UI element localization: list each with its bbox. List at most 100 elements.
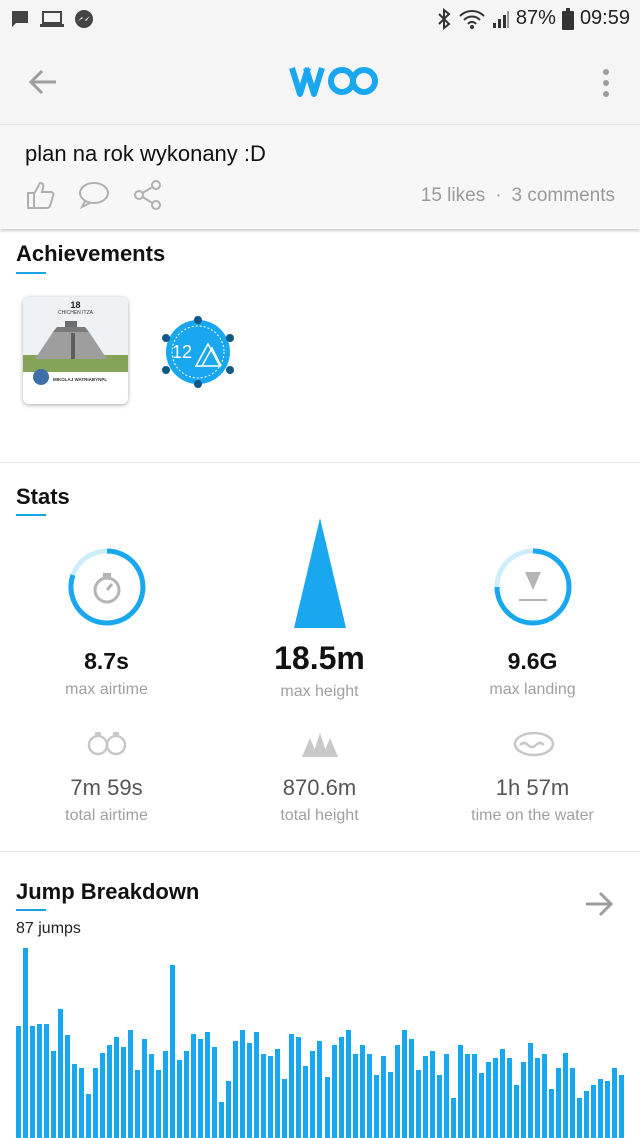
jump-bar[interactable] [65,1035,71,1138]
jump-bar[interactable] [429,1050,435,1138]
jump-bar[interactable] [86,1094,92,1138]
share-icon[interactable] [132,179,164,211]
jump-bar[interactable] [16,1025,21,1138]
jump-bar[interactable] [261,1054,267,1138]
forward-arrow-icon[interactable] [584,890,614,918]
jump-bar[interactable] [296,1037,302,1138]
jump-bar[interactable] [79,1067,85,1138]
jump-bar[interactable] [338,1037,344,1138]
jump-bar[interactable] [37,1024,43,1138]
jump-bar[interactable] [555,1067,561,1138]
jump-bar[interactable] [562,1052,568,1138]
jump-bar[interactable] [44,1024,50,1138]
jump-bar[interactable] [23,948,28,1138]
jump-bar[interactable] [303,1065,309,1138]
jump-bar[interactable] [128,1029,134,1138]
jump-bar[interactable] [30,1025,36,1138]
jump-bar[interactable] [527,1043,533,1138]
jump-bar[interactable] [471,1054,477,1138]
jump-bar[interactable] [254,1031,260,1138]
jump-bar[interactable] [520,1062,526,1138]
likes-count[interactable]: 15 likes [421,185,485,207]
jump-bar[interactable] [352,1054,358,1138]
jump-bar[interactable] [373,1075,379,1138]
jump-bar[interactable] [114,1037,120,1138]
jump-bar[interactable] [387,1071,393,1138]
jump-bar[interactable] [359,1044,365,1138]
comments-count[interactable]: 3 comments [512,185,615,207]
jump-bar[interactable] [170,965,176,1138]
jump-bar[interactable] [93,1067,99,1138]
jump-bar[interactable] [513,1084,519,1138]
jump-bar[interactable] [58,1008,64,1138]
jump-bar[interactable] [590,1084,596,1138]
jump-bar[interactable] [380,1056,386,1138]
total-airtime-label: total airtime [65,807,148,824]
jump-bar-chart[interactable] [16,946,626,1138]
jump-bar[interactable] [198,1039,204,1138]
jump-bar[interactable] [436,1075,442,1138]
jump-bar[interactable] [142,1039,148,1138]
jump-bar[interactable] [485,1062,491,1138]
jump-bar[interactable] [219,1101,225,1138]
back-arrow-icon[interactable] [28,68,58,96]
jump-bar[interactable] [184,1050,190,1138]
jump-bar[interactable] [177,1060,183,1138]
jump-bar[interactable] [408,1039,414,1138]
jump-bar[interactable] [282,1079,288,1138]
jump-bar[interactable] [289,1033,295,1138]
jump-bar[interactable] [366,1054,372,1138]
jump-bar[interactable] [345,1029,351,1138]
jump-bar[interactable] [457,1044,463,1138]
comment-icon[interactable] [78,179,110,211]
jump-bar[interactable] [268,1056,274,1138]
jump-bar[interactable] [478,1073,484,1138]
jump-bar[interactable] [534,1058,540,1138]
jump-bar[interactable] [611,1067,617,1138]
jump-bar[interactable] [450,1098,456,1138]
stat-time-on-water: 1h 57m time on the water [426,775,639,825]
jump-bar[interactable] [121,1046,127,1138]
jump-bar[interactable] [100,1052,106,1138]
jump-bar[interactable] [443,1054,449,1138]
jump-bar[interactable] [464,1054,470,1138]
jump-bar[interactable] [492,1058,498,1138]
jump-bar[interactable] [499,1048,505,1138]
jump-bar[interactable] [72,1063,78,1138]
jump-bar[interactable] [317,1041,323,1138]
like-icon[interactable] [24,179,56,211]
divider [0,851,640,852]
jump-bar[interactable] [597,1079,603,1138]
jump-bar[interactable] [541,1054,547,1138]
jump-bar[interactable] [275,1048,281,1138]
jump-bar[interactable] [422,1056,428,1138]
jump-bar[interactable] [107,1044,113,1138]
jump-bar[interactable] [212,1046,218,1138]
jump-bar[interactable] [135,1069,141,1138]
jump-bar[interactable] [618,1075,624,1138]
jump-bar[interactable] [310,1050,316,1138]
jump-bar[interactable] [226,1081,232,1138]
jump-bar[interactable] [324,1077,330,1138]
jump-bar[interactable] [415,1069,421,1138]
achievement-card[interactable]: 18 CHICHEN ITZA MIKOLAJ WATRIABYNPL [23,297,128,404]
jump-bar[interactable] [576,1098,582,1138]
jump-bar[interactable] [569,1067,575,1138]
jump-bar[interactable] [51,1050,57,1138]
jump-bar[interactable] [548,1088,554,1138]
jump-bar[interactable] [205,1031,211,1138]
jump-bar[interactable] [583,1090,589,1138]
jump-bar[interactable] [506,1058,512,1138]
jump-bar[interactable] [149,1054,155,1138]
jump-bar[interactable] [247,1043,253,1138]
more-options-icon[interactable] [600,68,612,98]
jump-bar[interactable] [233,1041,239,1138]
jump-bar[interactable] [331,1044,337,1138]
jump-bar[interactable] [401,1029,407,1138]
jump-bar[interactable] [604,1081,610,1138]
jump-bar[interactable] [156,1069,162,1138]
jump-bar[interactable] [240,1029,246,1138]
jump-bar[interactable] [394,1044,400,1138]
jump-bar[interactable] [163,1050,169,1138]
jump-bar[interactable] [191,1033,197,1138]
